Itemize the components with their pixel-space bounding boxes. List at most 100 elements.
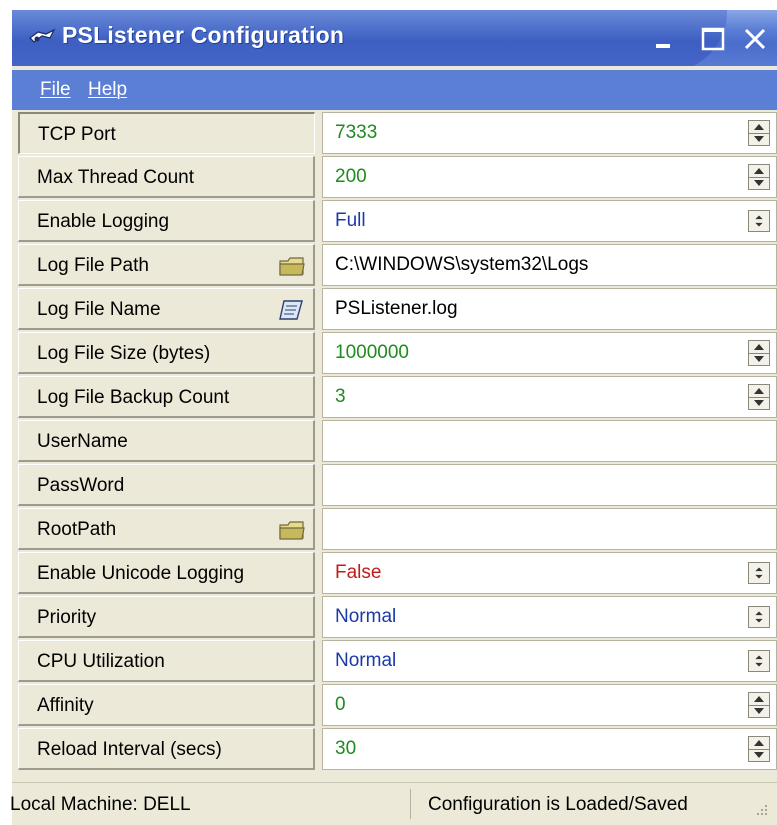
property-value-cell[interactable]: C:\WINDOWS\system32\Logs	[322, 244, 777, 286]
property-row[interactable]: Priority Normal	[18, 594, 777, 640]
psl-app-icon	[29, 28, 56, 43]
spin-buttons[interactable]	[748, 736, 770, 762]
property-value-cell[interactable]: PSListener.log	[322, 288, 777, 330]
property-value-cell[interactable]: 7333	[322, 112, 777, 154]
property-row[interactable]: Max Thread Count 200	[18, 154, 777, 200]
property-value[interactable]: 1000000	[335, 342, 409, 364]
property-label: Log File Size (bytes)	[37, 343, 211, 364]
property-row[interactable]: Enable Unicode Logging False	[18, 550, 777, 596]
property-label-cell[interactable]: Log File Path	[18, 244, 315, 286]
property-value-cell[interactable]: 3	[322, 376, 777, 418]
property-value-cell[interactable]: Normal	[322, 640, 777, 682]
property-value[interactable]: PSListener.log	[335, 298, 458, 320]
property-label-cell[interactable]: Log File Name	[18, 288, 315, 330]
maximize-icon[interactable]	[696, 22, 730, 56]
spin-buttons[interactable]	[748, 120, 770, 146]
property-value[interactable]: 30	[335, 738, 356, 760]
property-row[interactable]: Log File Path C:\WINDOWS\system32\Logs	[18, 242, 777, 288]
dropdown-arrow-icon[interactable]	[748, 210, 770, 232]
property-value-cell[interactable]: Full	[322, 200, 777, 242]
dropdown-arrow-icon[interactable]	[748, 650, 770, 672]
property-value-cell[interactable]: 200	[322, 156, 777, 198]
spin-down-icon[interactable]	[749, 353, 769, 365]
property-value[interactable]: Normal	[335, 606, 396, 628]
property-row[interactable]: Affinity 0	[18, 682, 777, 728]
folder-icon[interactable]	[277, 254, 307, 278]
property-value-cell[interactable]: 1000000	[322, 332, 777, 374]
property-row[interactable]: Reload Interval (secs) 30	[18, 726, 777, 772]
property-row[interactable]: Log File Backup Count 3	[18, 374, 777, 420]
property-value-cell[interactable]: False	[322, 552, 777, 594]
minimize-icon[interactable]	[648, 22, 682, 56]
property-label: TCP Port	[38, 124, 116, 145]
property-label: Priority	[37, 607, 97, 628]
spin-buttons[interactable]	[748, 692, 770, 718]
property-value-cell[interactable]	[322, 464, 777, 506]
menu-help[interactable]: Help	[88, 79, 127, 101]
property-value[interactable]: C:\WINDOWS\system32\Logs	[335, 254, 588, 276]
property-label-cell[interactable]: Log File Size (bytes)	[18, 332, 315, 374]
status-machine-panel: Local Machine: DELL	[10, 789, 411, 819]
spin-down-icon[interactable]	[749, 133, 769, 145]
property-value[interactable]: False	[335, 562, 381, 584]
property-label-cell[interactable]: Log File Backup Count	[18, 376, 315, 418]
property-row[interactable]: Log File Size (bytes) 1000000	[18, 330, 777, 376]
property-row[interactable]: UserName	[18, 418, 777, 464]
property-label: Log File Backup Count	[37, 387, 230, 408]
property-row[interactable]: Enable Logging Full	[18, 198, 777, 244]
property-value[interactable]: Full	[335, 210, 366, 232]
property-label-cell[interactable]: Affinity	[18, 684, 315, 726]
property-label: Log File Name	[37, 299, 161, 320]
property-row[interactable]: TCP Port 7333	[18, 110, 777, 156]
spin-buttons[interactable]	[748, 384, 770, 410]
status-bar: Local Machine: DELL Configuration is Loa…	[10, 782, 777, 825]
property-value[interactable]: 200	[335, 166, 367, 188]
close-icon[interactable]	[738, 22, 772, 56]
property-value[interactable]: 3	[335, 386, 346, 408]
menu-bar: File Help	[12, 70, 777, 110]
property-label-cell[interactable]: Priority	[18, 596, 315, 638]
window-title: PSListener Configuration	[62, 22, 345, 48]
menu-file[interactable]: File	[40, 79, 71, 101]
property-label: Max Thread Count	[37, 167, 195, 188]
property-value-cell[interactable]: 30	[322, 728, 777, 770]
spin-down-icon[interactable]	[749, 749, 769, 761]
property-label-cell[interactable]: CPU Utilization	[18, 640, 315, 682]
property-label-cell[interactable]: RootPath	[18, 508, 315, 550]
spin-down-icon[interactable]	[749, 705, 769, 717]
property-value-cell[interactable]: 0	[322, 684, 777, 726]
property-label-cell[interactable]: Reload Interval (secs)	[18, 728, 315, 770]
spin-buttons[interactable]	[748, 164, 770, 190]
property-value-cell[interactable]	[322, 420, 777, 462]
property-label-cell[interactable]: Enable Logging	[18, 200, 315, 242]
property-label-cell[interactable]: TCP Port	[18, 112, 315, 154]
property-label-cell[interactable]: UserName	[18, 420, 315, 462]
property-value[interactable]: 7333	[335, 122, 377, 144]
spin-buttons[interactable]	[748, 340, 770, 366]
property-label: UserName	[37, 431, 128, 452]
property-row[interactable]: Log File Name PSListener.log	[18, 286, 777, 332]
property-value-cell[interactable]: Normal	[322, 596, 777, 638]
property-label-cell[interactable]: Max Thread Count	[18, 156, 315, 198]
property-label: PassWord	[37, 475, 125, 496]
property-label-cell[interactable]: Enable Unicode Logging	[18, 552, 315, 594]
spin-down-icon[interactable]	[749, 397, 769, 409]
property-row[interactable]: PassWord	[18, 462, 777, 508]
dropdown-arrow-icon[interactable]	[748, 562, 770, 584]
property-value[interactable]: Normal	[335, 650, 396, 672]
property-value[interactable]: 0	[335, 694, 346, 716]
property-label: Enable Unicode Logging	[37, 563, 245, 584]
property-label-cell[interactable]: PassWord	[18, 464, 315, 506]
resize-grip-icon[interactable]	[750, 801, 770, 819]
status-machine: Local Machine: DELL	[10, 794, 191, 815]
property-label: Affinity	[37, 695, 94, 716]
notepad-icon[interactable]	[277, 298, 307, 322]
property-row[interactable]: RootPath	[18, 506, 777, 552]
property-label: RootPath	[37, 519, 117, 540]
spin-down-icon[interactable]	[749, 177, 769, 189]
property-row[interactable]: CPU Utilization Normal	[18, 638, 777, 684]
folder-icon[interactable]	[277, 518, 307, 542]
title-bar[interactable]: PSListener Configuration	[12, 10, 777, 66]
property-value-cell[interactable]	[322, 508, 777, 550]
dropdown-arrow-icon[interactable]	[748, 606, 770, 628]
